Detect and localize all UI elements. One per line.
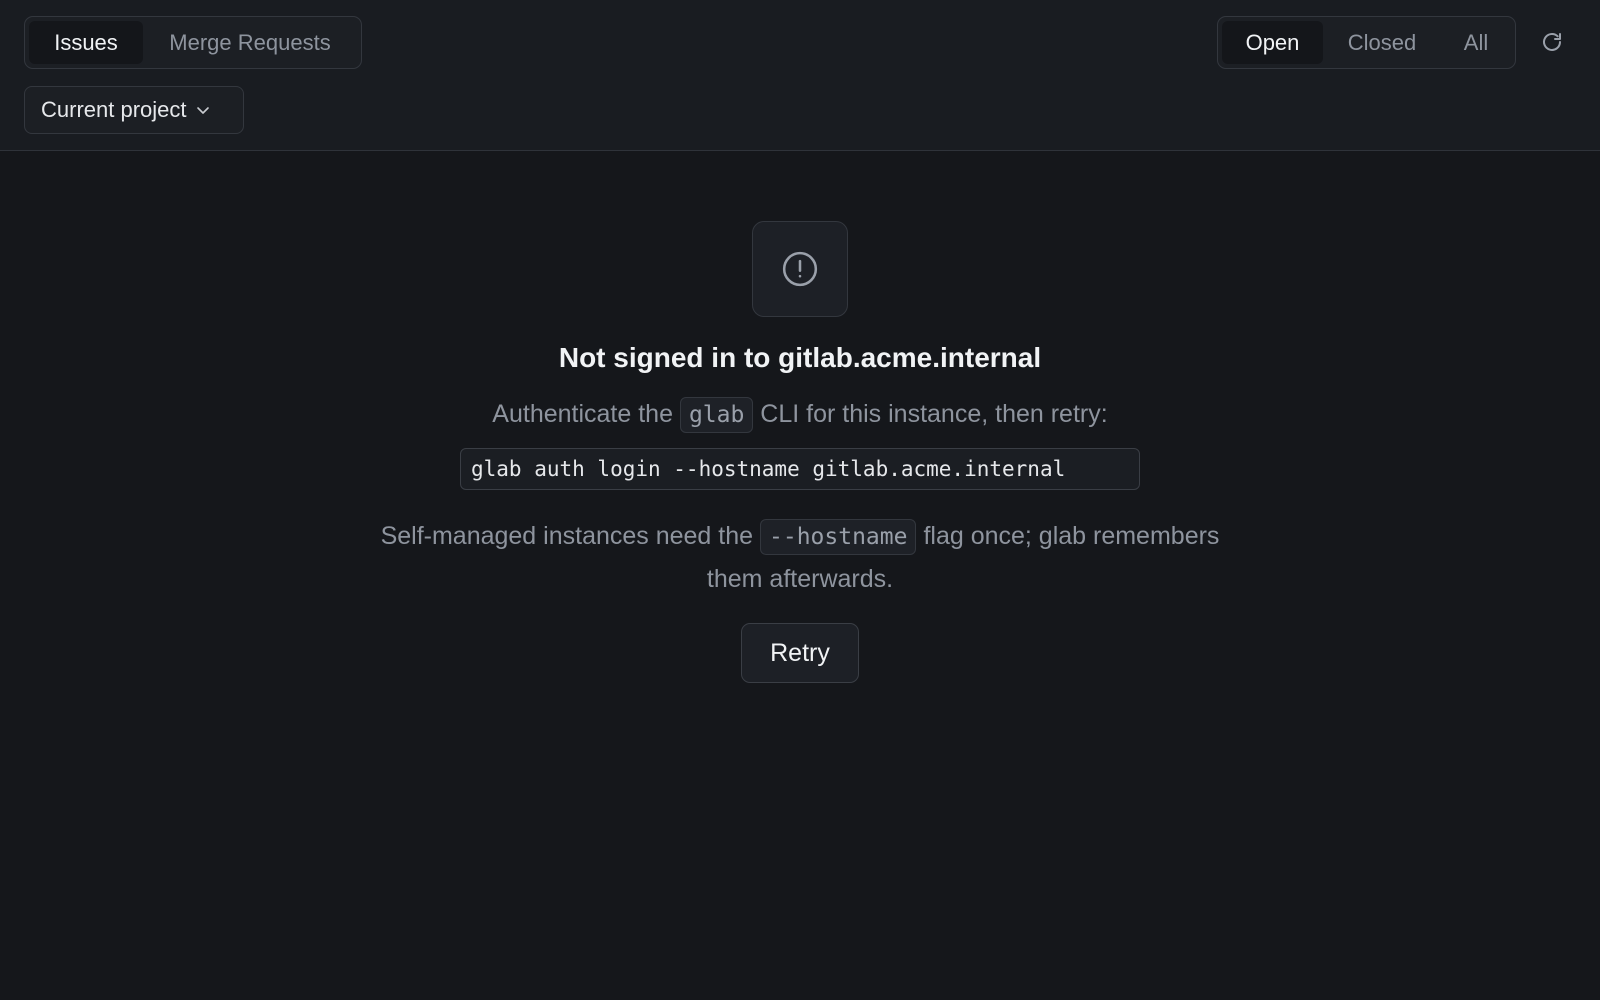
toolbar: Issues Merge Requests Open Closed All Cu… [0, 0, 1600, 151]
alert-circle-icon [782, 251, 818, 287]
retry-button[interactable]: Retry [741, 623, 859, 683]
chevron-down-icon [195, 102, 211, 118]
scope-select-value: Current project [41, 97, 187, 122]
alert-icon-container [752, 221, 848, 317]
filter-closed[interactable]: Closed [1323, 21, 1441, 64]
state-filter: Open Closed All [1217, 16, 1516, 69]
tab-issues[interactable]: Issues [29, 21, 143, 64]
view-tabs: Issues Merge Requests [24, 16, 362, 69]
refresh-button[interactable] [1538, 28, 1566, 56]
hint-code: --hostname [760, 519, 917, 555]
tab-merge-requests[interactable]: Merge Requests [143, 21, 357, 64]
desc-code: glab [679, 397, 754, 433]
desc-text-after: CLI for this instance, then retry: [760, 400, 1108, 428]
auth-command[interactable]: glab auth login --hostname gitlab.acme.i… [460, 448, 1140, 490]
filter-open[interactable]: Open [1222, 21, 1323, 64]
scope-select[interactable]: Current project [24, 86, 244, 134]
empty-state-title: Not signed in to gitlab.acme.internal [558, 342, 1042, 373]
empty-state-hint: Self-managed instances need the --hostna… [380, 515, 1220, 601]
desc-text-before: Authenticate the [492, 400, 673, 428]
empty-state-description: Authenticate the glab CLI for this insta… [0, 397, 1600, 433]
hint-text-before: Self-managed instances need the [380, 522, 754, 550]
refresh-icon [1543, 33, 1561, 51]
filter-all[interactable]: All [1441, 21, 1511, 64]
